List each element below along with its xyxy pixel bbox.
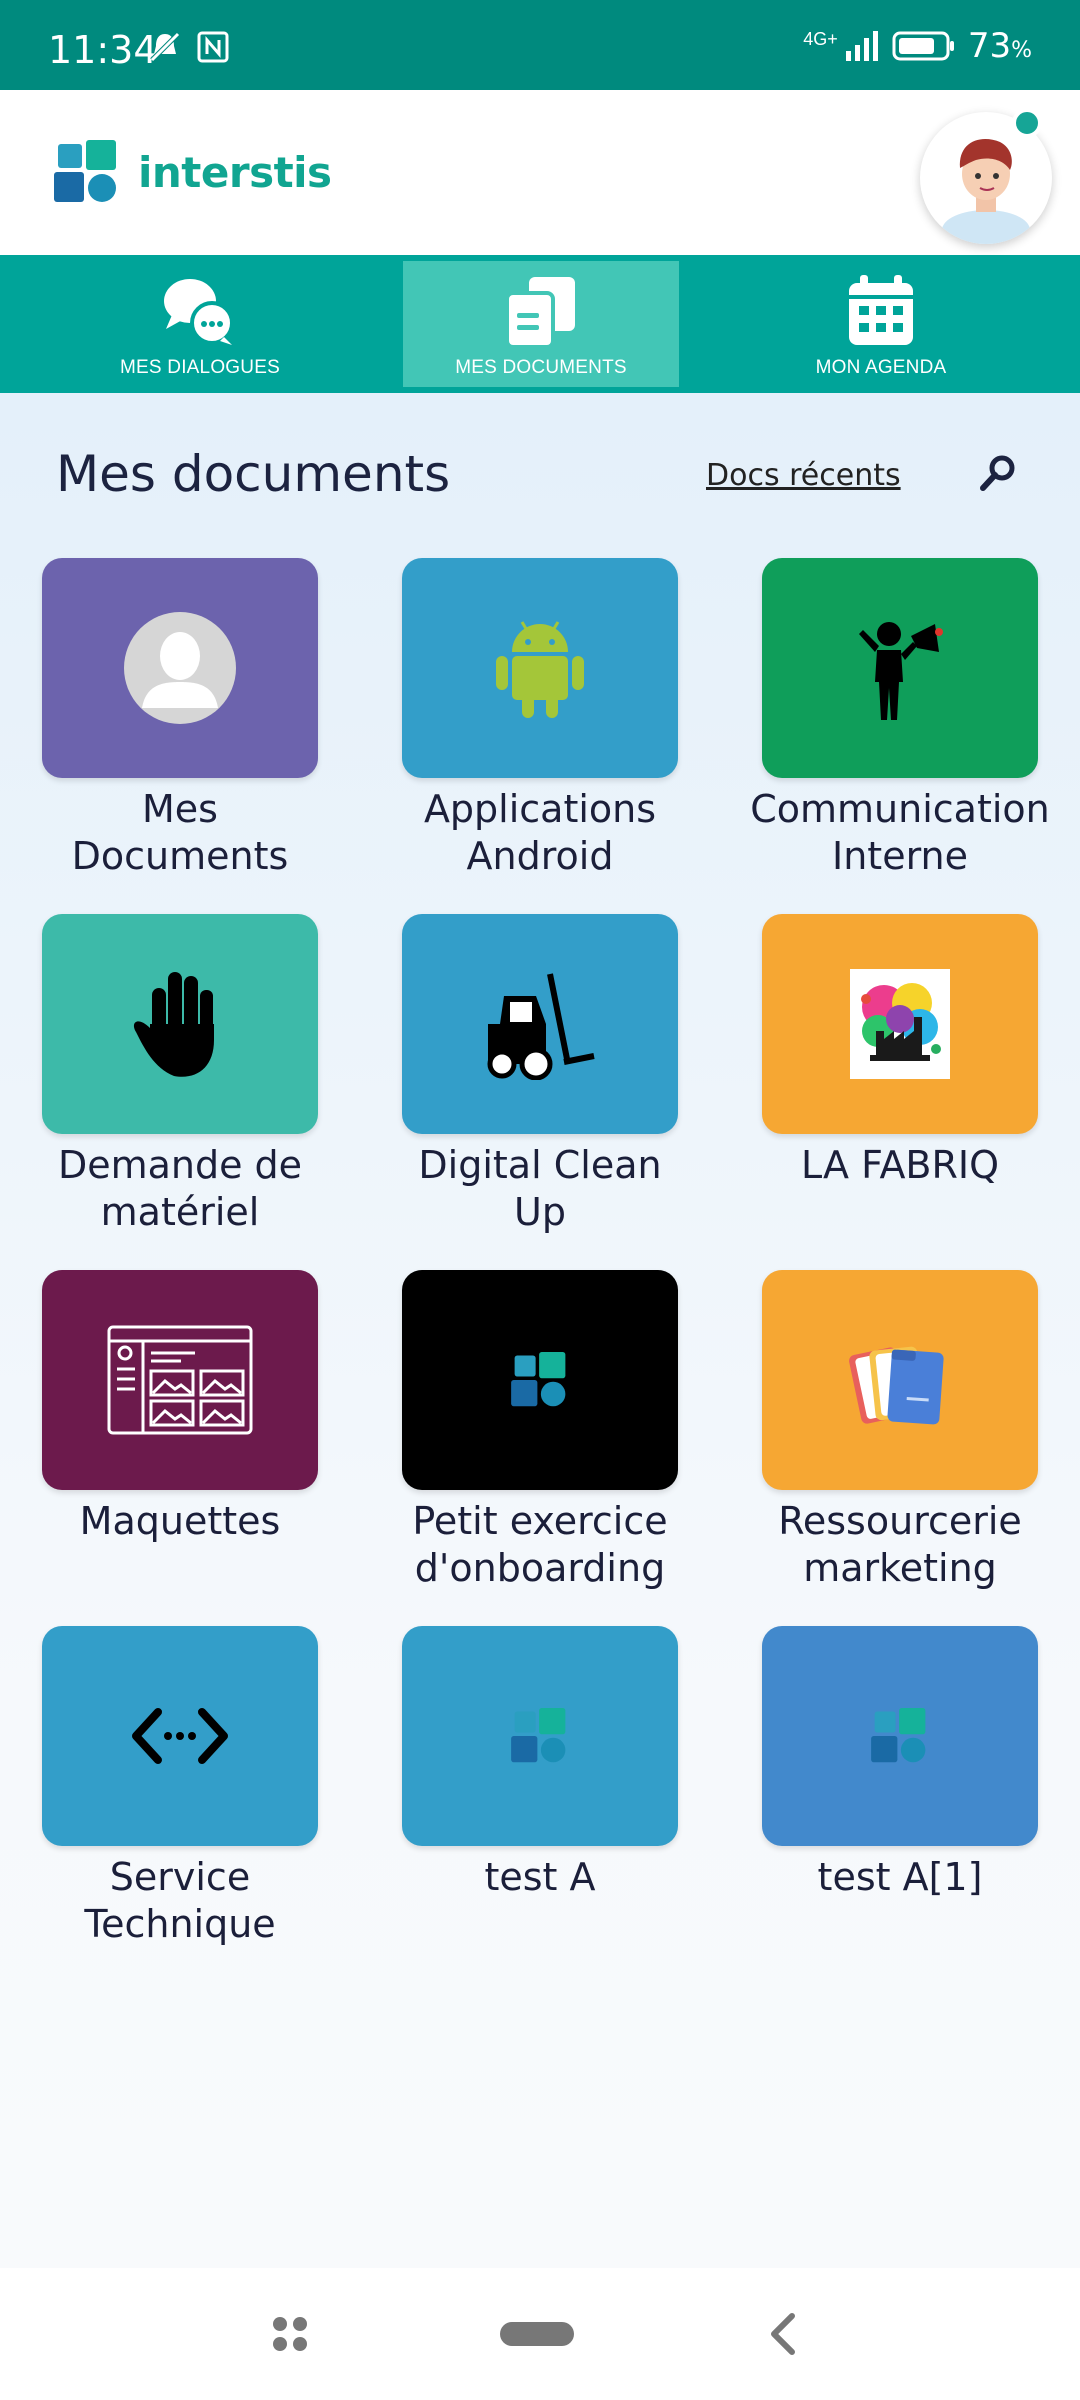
folder-cover — [402, 558, 678, 778]
wireframe-icon — [107, 1325, 253, 1435]
folder-name: Demande de — [57, 1143, 303, 1187]
folder-cover — [762, 1270, 1038, 1490]
folder-tile[interactable]: Mes Documents — [42, 558, 318, 880]
folder-name: Interne — [832, 834, 968, 878]
interstis-logo-icon — [511, 1352, 566, 1407]
folder-name: Service — [109, 1855, 251, 1899]
megaphone-person-icon — [859, 622, 943, 720]
documents-icon — [505, 277, 575, 349]
tab-label: MON AGENDA — [815, 357, 947, 378]
paint-splash-factory-icon — [850, 969, 950, 1079]
android-icon — [496, 621, 584, 718]
folder-name: Digital Clean — [418, 1143, 662, 1187]
tab-mes-dialogues[interactable]: MES DIALOGUES — [62, 261, 338, 387]
folder-name: LA FABRIQ — [800, 1143, 1000, 1187]
interstis-logo-icon — [871, 1708, 926, 1763]
folder-tile[interactable]: Demande de matériel — [42, 914, 318, 1236]
mute-alarm-icon — [150, 32, 180, 62]
folder-cover — [762, 914, 1038, 1134]
folder-tile[interactable]: Ressourcerie marketing — [762, 1270, 1038, 1592]
folder-name: Technique — [84, 1902, 276, 1946]
forklift-icon — [487, 973, 595, 1080]
folder-name: Android — [466, 834, 614, 878]
search-icon[interactable] — [978, 453, 1018, 493]
status-time: 11:34 — [48, 28, 158, 72]
folder-cover — [402, 914, 678, 1134]
network-type: 4G+ — [803, 28, 838, 49]
folder-name: test A[1] — [817, 1855, 983, 1899]
tab-mon-agenda[interactable]: MON AGENDA — [743, 261, 1019, 387]
folder-tile[interactable]: Communication Interne — [750, 558, 1050, 880]
folder-name: Mes — [142, 787, 218, 831]
system-nav-bar — [0, 2268, 1080, 2400]
app-header: interstis — [0, 90, 1080, 255]
folder-cover — [762, 558, 1038, 778]
folder-cover — [42, 1270, 318, 1490]
folder-name: Up — [514, 1190, 566, 1234]
tab-label: MES DIALOGUES — [120, 357, 280, 378]
interstis-logo-icon — [54, 140, 116, 202]
nfc-icon — [197, 31, 229, 63]
folder-tile[interactable]: LA FABRIQ — [762, 914, 1038, 1189]
folder-tile[interactable]: Petit exercice d'onboarding — [402, 1270, 678, 1592]
online-status-dot — [1012, 108, 1042, 138]
app-logo[interactable]: interstis — [54, 140, 332, 204]
folder-cover — [42, 558, 318, 778]
hand-icon — [133, 972, 214, 1077]
folder-cover — [402, 1626, 678, 1846]
folder-name: d'onboarding — [414, 1546, 666, 1590]
folder-cover — [762, 1626, 1038, 1846]
folder-tile[interactable]: Applications Android — [402, 558, 678, 880]
tab-label: MES DOCUMENTS — [455, 357, 627, 378]
folder-name: test A — [484, 1855, 596, 1899]
folder-tile[interactable]: Maquettes — [42, 1270, 318, 1545]
tab-mes-documents[interactable]: MES DOCUMENTS — [403, 261, 679, 387]
folder-name: Communication — [750, 787, 1050, 831]
folder-tile[interactable]: Service Technique — [42, 1626, 318, 1948]
folder-cover — [42, 914, 318, 1134]
folder-name: Applications — [423, 787, 657, 831]
page-title: Mes documents — [56, 445, 451, 503]
user-placeholder-icon — [124, 612, 236, 724]
home-pill-icon[interactable] — [498, 2304, 576, 2364]
folder-name: Maquettes — [79, 1499, 281, 1543]
back-icon[interactable] — [764, 2304, 804, 2364]
calendar-icon — [849, 275, 913, 345]
status-bar: 11:34 4G+ 73% — [0, 0, 1080, 90]
folder-cover — [402, 1270, 678, 1490]
app-name: interstis — [138, 147, 332, 197]
battery-unit: % — [1011, 38, 1032, 63]
folders-icon — [849, 1346, 944, 1425]
folder-cover — [42, 1626, 318, 1846]
recents-icon[interactable] — [270, 2304, 310, 2364]
recent-docs-link[interactable]: Docs récents — [706, 458, 901, 493]
folder-name: Petit exercice — [412, 1499, 668, 1543]
battery-level: 73 — [967, 26, 1012, 66]
folder-tile[interactable]: test A — [402, 1626, 678, 1901]
folder-name: Ressourcerie — [778, 1499, 1022, 1543]
chat-bubbles-icon — [164, 279, 234, 345]
signal-icon — [845, 31, 878, 61]
folder-tile[interactable]: test A[1] — [762, 1626, 1038, 1901]
interstis-logo-icon — [511, 1708, 566, 1763]
documents-screen: Mes documents Docs récents MesDocuments — [0, 393, 1080, 2268]
tab-bar: MES DIALOGUES MES DOCUMENTS MON AGENDA — [0, 255, 1080, 393]
folder-name: Documents — [71, 834, 289, 878]
battery-icon — [892, 31, 954, 61]
folder-tile[interactable]: Digital Clean Up — [402, 914, 678, 1236]
code-icon — [132, 1708, 228, 1764]
folder-name: marketing — [803, 1546, 997, 1590]
folder-name: matériel — [100, 1190, 260, 1234]
